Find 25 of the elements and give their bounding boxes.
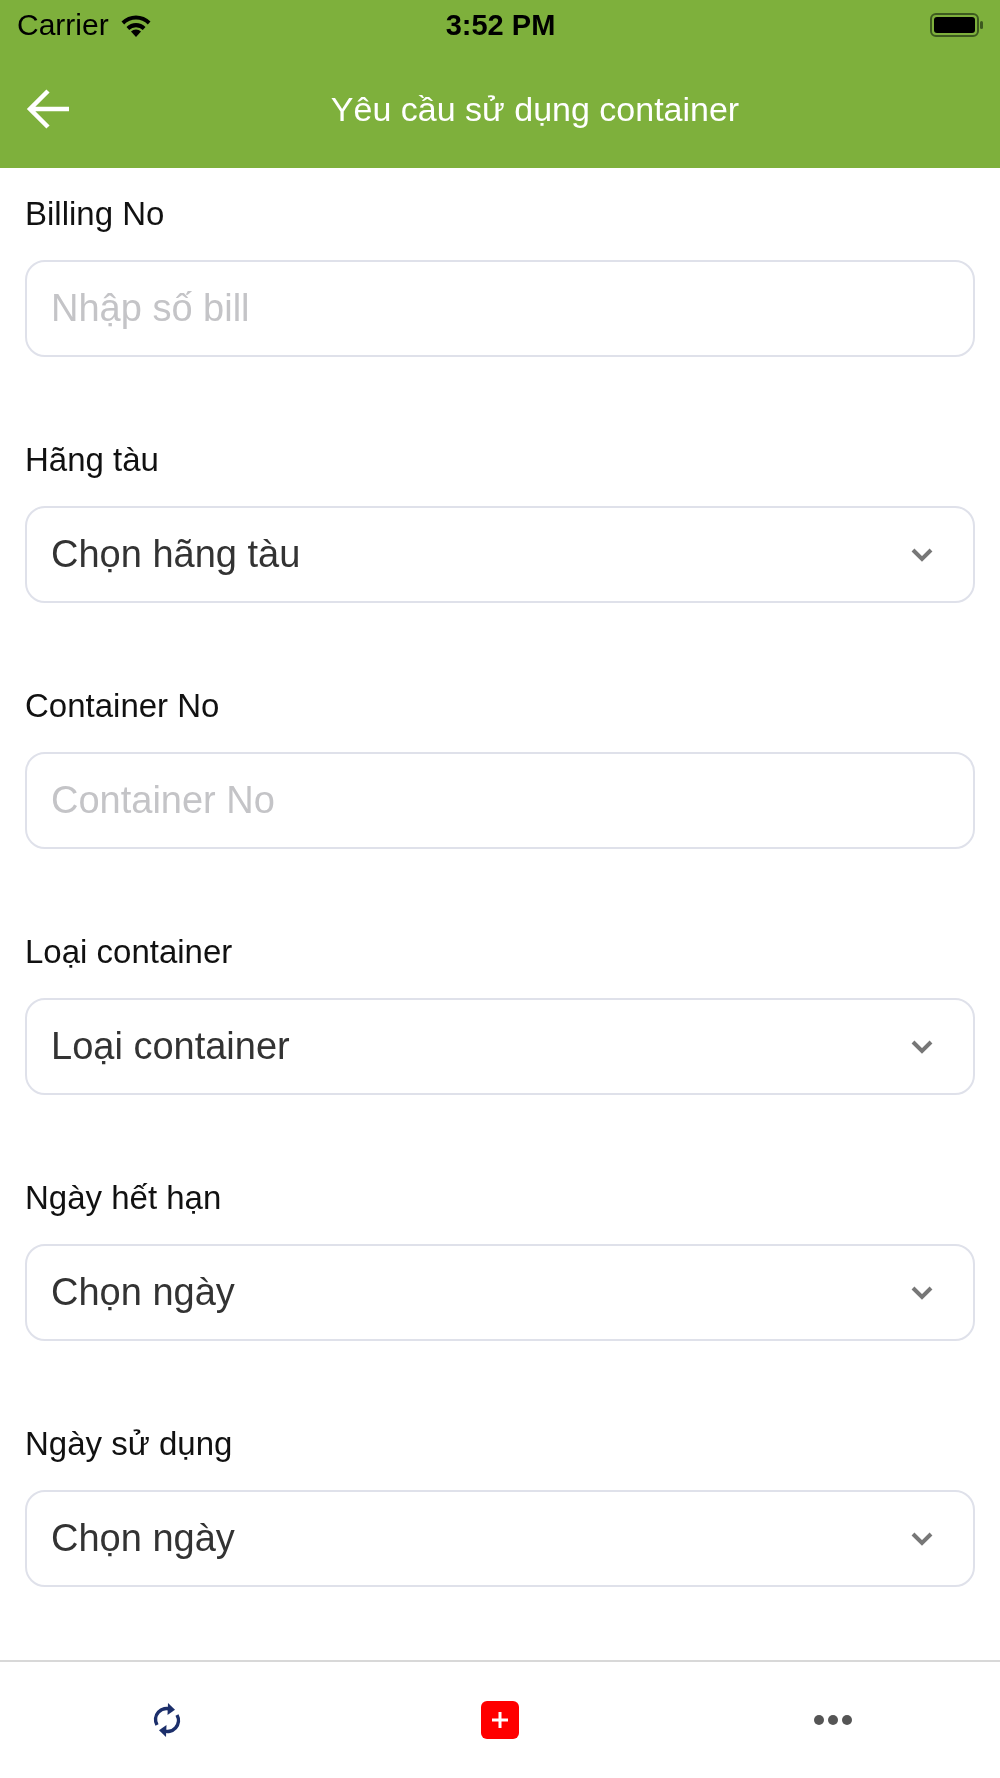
dropdown-field[interactable]: Chọn ngày [25,1244,975,1341]
field-label: Ngày sử dụng [25,1424,233,1464]
refresh-icon[interactable] [151,1701,182,1739]
field-label: Loại container [25,932,233,972]
text-input-field[interactable]: Nhập số bill [25,260,975,357]
ellipsis-icon[interactable] [814,1715,853,1725]
battery-icon [930,13,984,37]
plus-icon[interactable] [481,1701,519,1739]
carrier-name: Carrier [17,8,109,42]
field-label: Billing No [25,194,165,234]
field-label: Container No [25,686,220,726]
field-label: Hãng tàu [25,440,159,480]
chevron-down-icon [911,1285,933,1300]
dropdown-field[interactable]: Chọn hãng tàu [25,506,975,603]
dropdown-field[interactable]: Chọn ngày [25,1490,975,1587]
chevron-down-icon [911,1531,933,1546]
screen-title: Yêu cầu sử dụng container [330,89,740,130]
chevron-down-icon [911,547,933,562]
text-input-field[interactable]: Container No [25,752,975,849]
wifi-icon [118,13,153,37]
back-arrow-icon[interactable] [25,88,71,130]
chevron-down-icon [911,1039,933,1054]
dropdown-field[interactable]: Loại container [25,998,975,1095]
field-label: Ngày hết hạn [25,1178,222,1218]
status-time: 3:52 PM [445,8,556,42]
